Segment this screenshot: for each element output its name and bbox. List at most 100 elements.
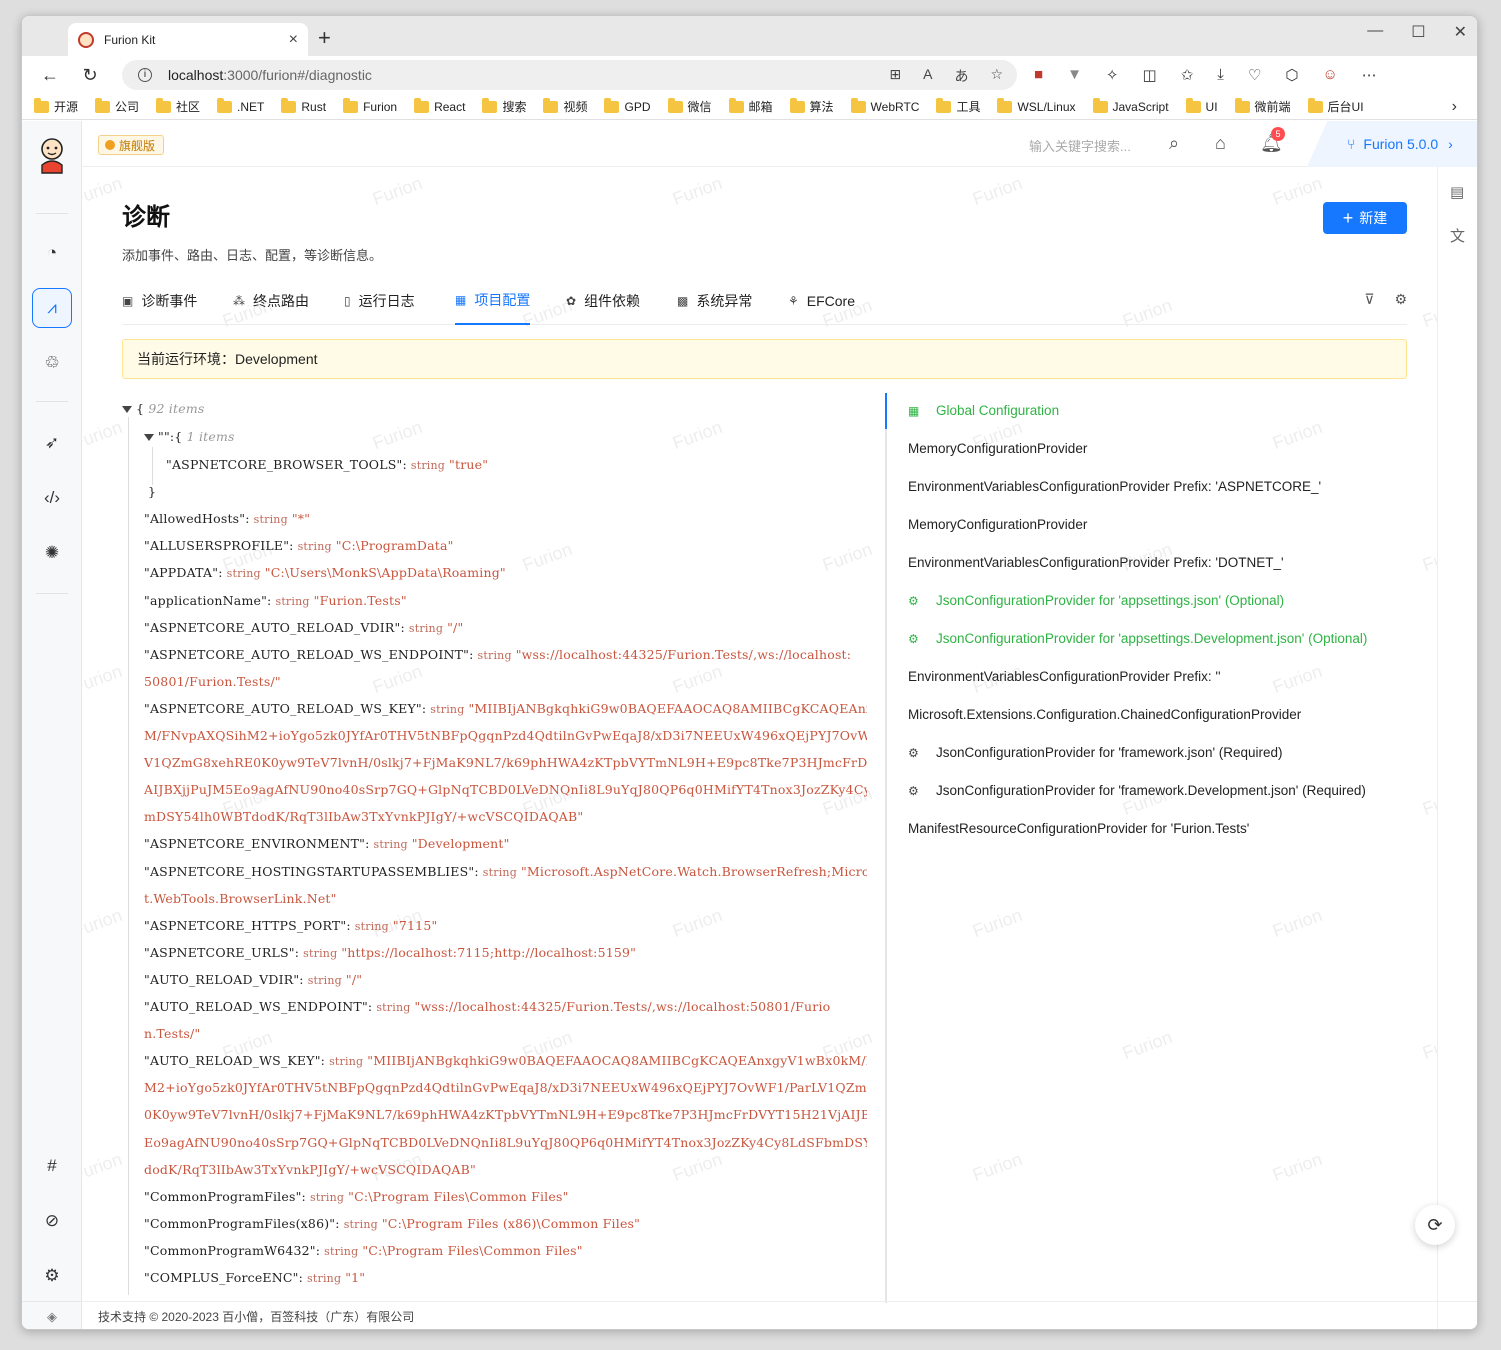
search-input[interactable]: 输入关键字搜索... bbox=[1029, 136, 1131, 155]
bookmark-folder[interactable]: React bbox=[414, 97, 465, 114]
site-info-icon[interactable]: i bbox=[138, 68, 152, 82]
bookmark-folder[interactable]: 社区 bbox=[156, 97, 200, 115]
json-value[interactable]: "MIIBIjANBgkqhkiG9w0BAQEFAAOCAQ8AMIIBCgK… bbox=[468, 701, 867, 716]
refresh-button[interactable]: ⟳ bbox=[1415, 1205, 1455, 1245]
provider-item[interactable]: MemoryConfigurationProvider bbox=[908, 441, 1087, 456]
tab-routes[interactable]: ⁂ 终点路由 bbox=[233, 289, 309, 325]
browser-tab[interactable]: Furion Kit × bbox=[68, 23, 308, 56]
bookmark-folder[interactable]: 搜索 bbox=[482, 97, 526, 115]
json-value[interactable]: t.WebTools.BrowserLink.Net" bbox=[144, 891, 337, 906]
provider-item[interactable]: EnvironmentVariablesConfigurationProvide… bbox=[908, 479, 1321, 494]
json-value[interactable]: n.Tests/" bbox=[144, 1026, 200, 1041]
new-button[interactable]: + 新建 bbox=[1323, 202, 1407, 234]
json-child-node[interactable]: "":{ 1 items bbox=[144, 429, 235, 444]
tab-events[interactable]: ▣ 诊断事件 bbox=[122, 289, 197, 325]
json-value[interactable]: "wss://localhost:44325/Furion.Tests/,ws:… bbox=[415, 999, 831, 1014]
json-value[interactable]: "C:\Program Files\Common Files" bbox=[362, 1243, 582, 1258]
sidebar-item-code[interactable]: ‹/› bbox=[32, 478, 72, 518]
json-value[interactable]: "Furion.Tests" bbox=[314, 593, 407, 608]
bookmark-folder[interactable]: WebRTC bbox=[850, 97, 919, 114]
json-value[interactable]: "C:\Program Files\Common Files" bbox=[348, 1189, 568, 1204]
version-button[interactable]: ⑂ Furion 5.0.0 › bbox=[1307, 121, 1477, 167]
profile-avatar-icon[interactable]: ☺ bbox=[1322, 66, 1337, 84]
url-field[interactable]: i localhost:3000/furion#/diagnostic ⊞ A … bbox=[122, 60, 1017, 90]
reload-icon[interactable]: ↻ bbox=[70, 65, 110, 86]
bookmark-folder[interactable]: WSL/Linux bbox=[997, 97, 1076, 114]
bookmark-folder[interactable]: .NET bbox=[217, 97, 264, 114]
bookmarks-more-icon[interactable]: › bbox=[1452, 98, 1457, 116]
json-value[interactable]: M2+ioYgo5zk0JYfAr0THV5tNBFpQgqnPzd4Qdtil… bbox=[144, 1080, 867, 1095]
bookmark-folder[interactable]: 开源 bbox=[34, 97, 78, 115]
json-value[interactable]: "/" bbox=[346, 972, 362, 987]
json-value[interactable]: "wss://localhost:44325/Furion.Tests/,ws:… bbox=[516, 647, 852, 662]
provider-item[interactable]: Microsoft.Extensions.Configuration.Chain… bbox=[908, 707, 1301, 722]
tab-efcore[interactable]: ⚘ EFCore bbox=[788, 289, 855, 325]
minimize-button[interactable]: — bbox=[1367, 22, 1383, 42]
bookmark-folder[interactable]: Furion bbox=[343, 97, 397, 114]
sidebar-item-modules[interactable]: ♲ bbox=[32, 343, 72, 383]
json-value[interactable]: "C:\ProgramData" bbox=[336, 538, 454, 553]
json-root-node[interactable]: { 92 items bbox=[122, 401, 205, 416]
provider-item[interactable]: MemoryConfigurationProvider bbox=[908, 517, 1087, 532]
maximize-button[interactable]: ☐ bbox=[1411, 22, 1425, 42]
json-value[interactable]: V1QZmG8xehRE0K0yw9TeV7lvnH/0slkj7+FjMaK9… bbox=[144, 755, 867, 770]
json-value[interactable]: "https://localhost:7115;http://localhost… bbox=[341, 945, 636, 960]
provider-item[interactable]: ⚙ JsonConfigurationProvider for 'framewor… bbox=[908, 745, 1283, 760]
sidebar-item-diagnostic[interactable]: ⩘ bbox=[32, 288, 72, 328]
json-value[interactable]: Eo9agAfNU90no40sSrp7GQ+GlpNqTCBD0LVeDNQn… bbox=[144, 1135, 867, 1150]
new-tab-button[interactable]: + bbox=[318, 25, 331, 51]
provider-item[interactable]: ⚙ JsonConfigurationProvider for 'framewor… bbox=[908, 783, 1366, 798]
provider-item[interactable]: EnvironmentVariablesConfigurationProvide… bbox=[908, 669, 1221, 684]
extensions-puzzle-icon[interactable]: ✧ bbox=[1106, 66, 1119, 84]
sidebar-item-settings[interactable]: ⚙ bbox=[32, 1256, 72, 1296]
split-screen-icon[interactable]: ◫ bbox=[1143, 66, 1157, 84]
json-value[interactable]: "Development" bbox=[412, 836, 510, 851]
sidebar-item-debug[interactable]: ✺ bbox=[32, 533, 72, 573]
provider-item[interactable]: ManifestResourceConfigurationProvider fo… bbox=[908, 821, 1249, 836]
sidebar-item-compass[interactable]: ⊘ bbox=[32, 1201, 72, 1241]
bookmark-folder[interactable]: UI bbox=[1185, 97, 1218, 114]
apps-icon[interactable]: ⊞ bbox=[889, 66, 901, 86]
json-value[interactable]: AIJBXjjPuJM5Eo9agAfNU90no40sSrp7GQ+GlpNq… bbox=[144, 782, 867, 797]
json-value[interactable]: 50801/Furion.Tests/" bbox=[144, 674, 281, 689]
json-value[interactable]: "C:\Users\MonkS\AppData\Roaming" bbox=[265, 565, 506, 580]
json-value[interactable]: "1" bbox=[345, 1270, 365, 1285]
bookmark-folder[interactable]: Rust bbox=[281, 97, 326, 114]
json-value[interactable]: "/" bbox=[447, 620, 463, 635]
json-value[interactable]: dodK/RqT3lIbAw3TxYvnkPJIgY/+wcVSCQIDAQAB… bbox=[144, 1162, 476, 1177]
json-value[interactable]: mDSY54lh0WBTdodK/RqT3lIbAw3TxYvnkPJIgY/+… bbox=[144, 809, 583, 824]
layers-icon[interactable]: ◈ bbox=[22, 1301, 82, 1329]
extension-icon[interactable]: ■ bbox=[1034, 66, 1043, 84]
bookmark-folder[interactable]: 微前端 bbox=[1234, 97, 1291, 115]
performance-icon[interactable]: ♡ bbox=[1248, 66, 1261, 84]
home-icon[interactable]: ⌂ bbox=[1215, 133, 1226, 154]
json-value[interactable]: "Microsoft.AspNetCore.Watch.BrowserRefre… bbox=[521, 864, 867, 879]
security-icon[interactable]: ⬡ bbox=[1285, 66, 1298, 84]
downloads-icon[interactable]: ⤓ bbox=[1217, 66, 1224, 84]
tab-logs[interactable]: ▯ 运行日志 bbox=[344, 289, 415, 325]
bookmark-folder[interactable]: 公司 bbox=[95, 97, 139, 115]
bookmark-folder[interactable]: 后台UI bbox=[1307, 97, 1364, 115]
bookmark-folder[interactable]: 工具 bbox=[936, 97, 980, 115]
filter-clear-icon[interactable]: ⊽ bbox=[1364, 291, 1374, 308]
book-icon[interactable]: ▤ bbox=[1450, 183, 1464, 201]
bookmark-folder[interactable]: 算法 bbox=[789, 97, 834, 115]
close-tab-icon[interactable]: × bbox=[289, 31, 298, 49]
read-aloud-icon[interactable]: A bbox=[923, 66, 932, 86]
sidebar-item-launch[interactable]: ➶ bbox=[32, 423, 72, 463]
tab-config[interactable]: ▦ 项目配置 bbox=[455, 289, 531, 325]
back-icon[interactable]: ← bbox=[30, 65, 70, 86]
close-window-button[interactable]: ✕ bbox=[1454, 22, 1467, 42]
json-value[interactable]: "C:\Program Files (x86)\Common Files" bbox=[382, 1216, 640, 1231]
json-value[interactable]: "MIIBIjANBgkqhkiG9w0BAQEFAAOCAQ8AMIIBCgK… bbox=[367, 1053, 867, 1068]
bookmark-folder[interactable]: 邮箱 bbox=[728, 97, 773, 115]
settings-icon[interactable]: ⚙ bbox=[1394, 291, 1407, 308]
json-value[interactable]: "7115" bbox=[393, 918, 438, 933]
json-value[interactable]: "true" bbox=[449, 457, 488, 472]
logo-icon[interactable] bbox=[36, 135, 68, 175]
json-value[interactable]: 0K0yw9TeV7lvnH/0slkj7+FjMaK9NL7/k69phHWA… bbox=[144, 1107, 867, 1122]
json-value[interactable]: M/FNvpAXQSihM2+ioYgo5zk0JYfAr0THV5tNBFpQ… bbox=[144, 728, 867, 743]
favorite-star-icon[interactable]: ☆ bbox=[990, 66, 1003, 86]
provider-item[interactable]: ⚙ JsonConfigurationProvider for 'appsetti… bbox=[908, 593, 1284, 608]
translate-icon[interactable]: あ bbox=[954, 66, 968, 86]
